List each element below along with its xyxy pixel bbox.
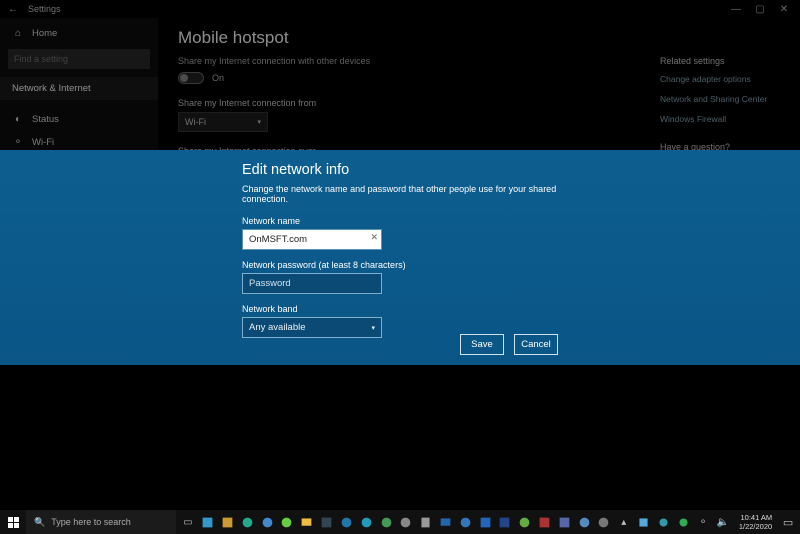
link-network-sharing[interactable]: Network and Sharing Center [660, 94, 780, 104]
clock-time: 10:41 AM [739, 513, 772, 522]
task-view-icon[interactable]: ▭ [180, 513, 196, 531]
taskbar-app-icon[interactable] [556, 513, 572, 531]
maximize-button[interactable]: ▢ [748, 4, 772, 15]
taskbar-app-icon[interactable] [279, 513, 295, 531]
network-password-label: Network password (at least 8 characters) [242, 260, 582, 270]
dialog-description: Change the network name and password tha… [242, 184, 582, 204]
volume-tray-icon[interactable]: 🔈 [715, 513, 731, 531]
back-button[interactable]: ← [4, 4, 22, 15]
taskbar-search-placeholder: Type here to search [51, 517, 131, 527]
taskbar-app-icon[interactable] [457, 513, 473, 531]
taskbar-clock[interactable]: 10:41 AM 1/22/2020 [735, 513, 776, 531]
app-title: Settings [28, 4, 61, 14]
hotspot-toggle-state: On [212, 73, 224, 83]
cancel-button[interactable]: Cancel [514, 334, 558, 355]
sidebar-item-label: Network & Internet [12, 83, 91, 94]
share-from-value: Wi-Fi [185, 117, 206, 127]
taskbar-app-icon[interactable] [477, 513, 493, 531]
taskbar-tray-icon[interactable] [675, 513, 691, 531]
taskbar: 🔍 Type here to search ▭ [0, 510, 800, 534]
action-center-icon[interactable]: ▭ [780, 516, 796, 529]
network-band-label: Network band [242, 304, 582, 314]
taskbar-app-icon[interactable] [239, 513, 255, 531]
save-button[interactable]: Save [460, 334, 504, 355]
taskbar-app-icon[interactable] [259, 513, 275, 531]
wifi-icon: ⚬ [12, 137, 24, 148]
clock-date: 1/22/2020 [739, 522, 772, 531]
sidebar-item-home[interactable]: ⌂ Home [0, 22, 158, 45]
taskbar-tray-icon[interactable] [656, 513, 672, 531]
edit-network-info-dialog: Edit network info Change the network nam… [0, 150, 800, 365]
taskbar-app-icon[interactable] [358, 513, 374, 531]
taskbar-app-icon[interactable] [418, 513, 434, 531]
network-name-label: Network name [242, 216, 582, 226]
taskbar-tray-icon[interactable]: ▴ [616, 513, 632, 531]
taskbar-app-icon[interactable] [576, 513, 592, 531]
taskbar-app-icon[interactable] [596, 513, 612, 531]
taskbar-app-icon[interactable] [200, 513, 216, 531]
clear-input-icon[interactable]: ✕ [370, 232, 378, 243]
status-icon: ◐ [12, 114, 24, 125]
content-area: Mobile hotspot Share my Internet connect… [158, 18, 800, 170]
taskbar-app-icon[interactable] [537, 513, 553, 531]
sidebar-item-network-internet[interactable]: Network & Internet [0, 77, 158, 100]
sidebar-item-label: Status [32, 114, 59, 125]
search-icon: 🔍 [34, 517, 45, 528]
taskbar-app-icon[interactable] [497, 513, 513, 531]
taskbar-search[interactable]: 🔍 Type here to search [26, 510, 176, 534]
hotspot-toggle[interactable] [178, 72, 204, 84]
taskbar-app-icon[interactable] [517, 513, 533, 531]
sidebar-search-input[interactable] [8, 49, 150, 69]
link-windows-firewall[interactable]: Windows Firewall [660, 114, 780, 124]
minimize-button[interactable]: — [724, 4, 748, 15]
taskbar-app-icon[interactable] [398, 513, 414, 531]
taskbar-app-icon[interactable] [319, 513, 335, 531]
chevron-down-icon: ▾ [371, 324, 375, 332]
chevron-down-icon: ▾ [257, 118, 261, 126]
taskbar-app-icon[interactable] [220, 513, 236, 531]
share-from-select[interactable]: Wi-Fi ▾ [178, 112, 268, 132]
sidebar-item-label: Home [32, 28, 57, 39]
network-password-input[interactable] [242, 273, 382, 294]
page-title: Mobile hotspot [178, 28, 780, 48]
network-name-input[interactable] [242, 229, 382, 250]
network-band-select[interactable]: Any available ▾ [242, 317, 382, 338]
taskbar-app-icon[interactable] [378, 513, 394, 531]
wifi-tray-icon[interactable]: ⚬ [695, 513, 711, 531]
sidebar-item-label: Wi-Fi [32, 137, 54, 148]
taskbar-tray-icon[interactable] [636, 513, 652, 531]
windows-logo-icon [8, 517, 19, 528]
close-button[interactable]: ✕ [772, 4, 796, 15]
sidebar-item-status[interactable]: ◐ Status [0, 108, 158, 131]
network-band-value: Any available [249, 322, 306, 333]
related-settings-heading: Related settings [660, 56, 780, 66]
taskbar-app-icon[interactable] [438, 513, 454, 531]
home-icon: ⌂ [12, 28, 24, 39]
sidebar: ⌂ Home Network & Internet ◐ Status ⚬ Wi-… [0, 18, 158, 170]
start-button[interactable] [0, 510, 26, 534]
link-change-adapter[interactable]: Change adapter options [660, 74, 780, 84]
taskbar-app-icon[interactable] [299, 513, 315, 531]
dialog-title: Edit network info [242, 162, 582, 178]
taskbar-app-icon[interactable] [339, 513, 355, 531]
